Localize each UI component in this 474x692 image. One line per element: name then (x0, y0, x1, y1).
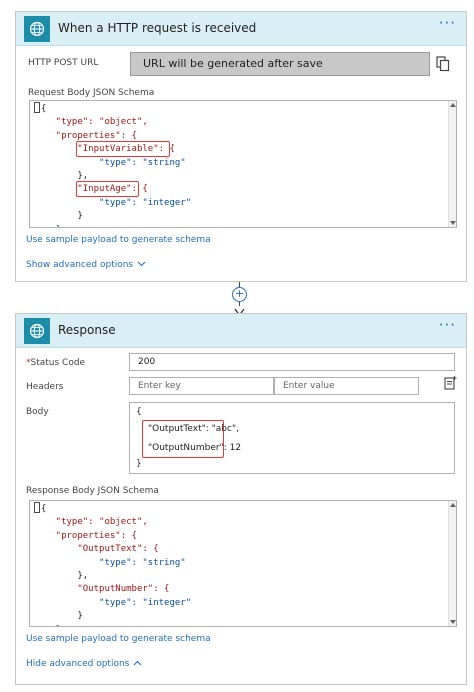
schema-line: "type": "integer" (34, 197, 192, 208)
header-value-input[interactable]: Enter value (274, 377, 419, 395)
request-schema-scrollbar[interactable] (448, 101, 456, 227)
hide-advanced-options-label: Hide advanced options (26, 659, 130, 669)
response-title: Response (58, 323, 116, 337)
copy-icon[interactable] (436, 56, 450, 72)
add-parameter-icon[interactable] (442, 375, 458, 391)
http-trigger-card: When a HTTP request is received ··· HTTP… (15, 11, 467, 282)
schema-line: { (41, 104, 47, 114)
response-card-header[interactable]: Response ··· (16, 314, 466, 348)
input-variable-highlight (76, 141, 170, 157)
schema-line: "type": "integer" (34, 597, 192, 608)
status-code-input[interactable]: 200 (129, 353, 455, 371)
arrow-down-icon (234, 302, 245, 317)
schema-line: "properties": { (34, 130, 137, 141)
header-key-input[interactable]: Enter key (129, 377, 274, 395)
body-label: Body (26, 407, 49, 417)
trigger-card-header[interactable]: When a HTTP request is received ··· (16, 12, 466, 46)
input-age-highlight (76, 181, 139, 197)
schema-line: "OutputNumber": { (34, 584, 170, 595)
status-code-label-text: Status Code (30, 358, 86, 368)
response-schema-scrollbar[interactable] (448, 501, 456, 626)
body-line: } (136, 459, 142, 469)
schema-line: }, (34, 571, 89, 582)
chevron-down-icon (137, 260, 146, 270)
scroll-up-icon[interactable] (450, 503, 456, 507)
use-sample-payload-link[interactable]: Use sample payload to generate schema (26, 634, 211, 644)
schema-line: "type": "string" (34, 157, 186, 168)
use-sample-payload-link[interactable]: Use sample payload to generate schema (26, 235, 211, 245)
response-schema-label: Response Body JSON Schema (26, 486, 159, 496)
globe-icon (24, 16, 50, 42)
globe-icon (24, 318, 50, 344)
body-line: { (136, 407, 142, 417)
http-post-url-field: URL will be generated after save (130, 52, 430, 76)
show-advanced-options-label: Show advanced options (26, 260, 134, 270)
trigger-more-menu[interactable]: ··· (439, 14, 456, 32)
schema-line: }, (34, 171, 89, 182)
schema-line: "type": "object", (34, 517, 148, 528)
schema-line: } (34, 211, 83, 222)
scroll-down-icon[interactable] (450, 620, 456, 624)
hide-advanced-options-link[interactable]: Hide advanced options (26, 659, 142, 669)
output-highlight (142, 420, 224, 458)
show-advanced-options-link[interactable]: Show advanced options (26, 260, 146, 270)
schema-line: } (34, 611, 83, 622)
schema-line: { (41, 504, 47, 514)
trigger-title: When a HTTP request is received (58, 21, 257, 35)
schema-line: "type": "object", (34, 117, 148, 128)
scroll-up-icon[interactable] (450, 103, 456, 107)
headers-label: Headers (26, 382, 64, 392)
schema-line: "type": "string" (34, 557, 186, 568)
schema-line: } (34, 625, 61, 626)
schema-line: "properties": { (34, 530, 137, 541)
status-code-label: *Status Code (26, 358, 85, 368)
http-post-url-label: HTTP POST URL (28, 58, 99, 68)
request-schema-label: Request Body JSON Schema (28, 88, 155, 98)
body-input[interactable]: { "OutputText": "abc", "OutputNumber": 1… (129, 402, 455, 474)
response-card: Response ··· *Status Code 200 Headers En… (15, 313, 467, 685)
schema-line: } (34, 225, 61, 227)
scroll-down-icon[interactable] (450, 221, 456, 225)
request-schema-editor[interactable]: { "type": "object", "properties": { "Inp… (29, 100, 457, 228)
chevron-up-icon (133, 659, 142, 669)
schema-line: "OutputText": { (34, 544, 159, 555)
response-schema-editor[interactable]: { "type": "object", "properties": { "Out… (29, 500, 457, 627)
response-more-menu[interactable]: ··· (439, 316, 456, 334)
plus-circle-icon[interactable]: + (232, 287, 247, 302)
